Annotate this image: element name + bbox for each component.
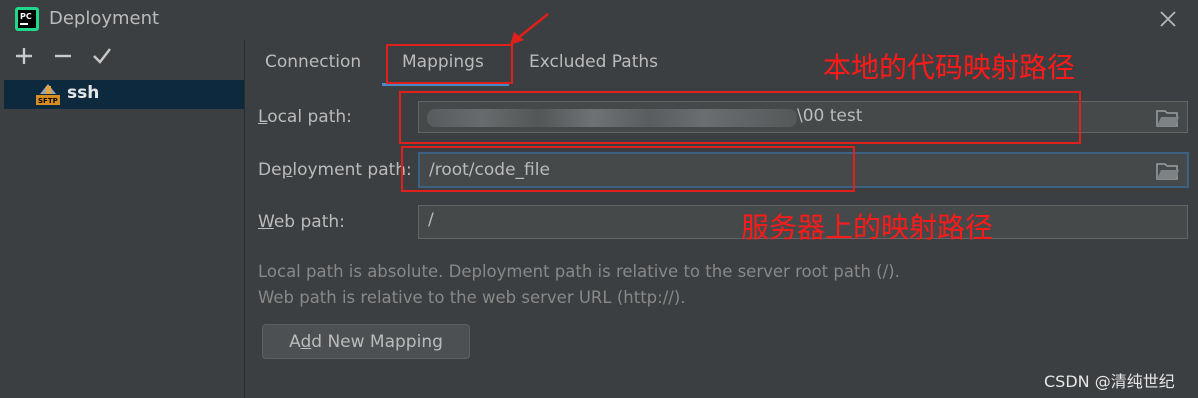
deployment-path-label: Deployment path: xyxy=(258,160,412,180)
svg-text:PC: PC xyxy=(20,12,32,21)
check-icon[interactable] xyxy=(91,45,113,67)
web-path-value: / xyxy=(428,210,434,230)
local-path-label: Local path: xyxy=(258,107,352,127)
web-path-label: Web path: xyxy=(258,212,345,232)
remove-icon[interactable] xyxy=(52,45,74,67)
local-path-annotation: 本地的代码映射路径 xyxy=(823,51,1076,84)
server-item-ssh[interactable]: SFTP ssh xyxy=(4,80,244,109)
local-path-highlight xyxy=(399,91,1081,144)
pycharm-icon: PC xyxy=(15,7,39,31)
title-bar: PC Deployment xyxy=(0,0,1198,40)
server-item-label: ssh xyxy=(67,83,100,103)
folder-icon[interactable] xyxy=(1156,108,1180,128)
help-text-1: Local path is absolute. Deployment path … xyxy=(258,262,900,281)
watermark: CSDN @清纯世纪 xyxy=(1044,372,1175,391)
red-arrow-icon xyxy=(510,13,549,45)
add-new-mapping-button[interactable]: Add New Mapping xyxy=(262,324,470,359)
mappings-tab-highlight xyxy=(386,44,513,84)
add-icon[interactable] xyxy=(13,45,35,67)
tab-connection[interactable]: Connection xyxy=(265,40,361,86)
server-path-annotation: 服务器上的映射路径 xyxy=(741,211,994,244)
deployment-path-highlight xyxy=(401,146,855,192)
window-title: Deployment xyxy=(49,8,160,29)
svg-text:SFTP: SFTP xyxy=(38,97,58,105)
server-sidebar: SFTP ssh xyxy=(0,40,245,398)
help-text-2: Web path is relative to the web server U… xyxy=(258,288,686,307)
sftp-icon: SFTP xyxy=(36,84,60,105)
close-icon[interactable] xyxy=(1157,8,1179,30)
folder-icon[interactable] xyxy=(1156,161,1180,181)
